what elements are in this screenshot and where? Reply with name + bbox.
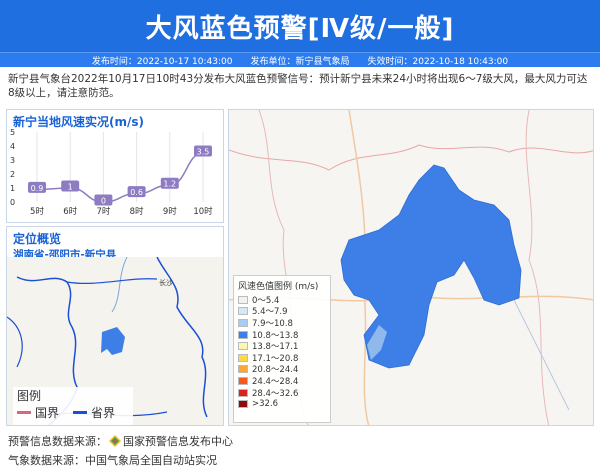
wind-speed-chart: 0 1 2 3 4 5 5时 6时 7时 8时 9时 10时 0.9 1 0 0.6 1.2 3.5 bbox=[10, 128, 213, 217]
legend-row: 7.9～10.8 bbox=[238, 317, 326, 329]
data-point-label: 1 bbox=[68, 183, 73, 192]
weather-source-label: 气象数据来源： bbox=[8, 454, 85, 467]
legend-swatch bbox=[238, 365, 248, 374]
legend-national-border: 国界 bbox=[35, 406, 60, 420]
data-point-label: 0.6 bbox=[130, 188, 143, 197]
legend-swatch bbox=[238, 318, 248, 327]
legend-label: 7.9～10.8 bbox=[252, 318, 293, 329]
warning-description: 新宁县气象台2022年10月17日10时43分发布大风蓝色预警信号：预计新宁县未… bbox=[8, 73, 588, 99]
y-tick-label: 3 bbox=[10, 156, 15, 165]
legend-row: 13.8～17.1 bbox=[238, 340, 326, 352]
legend-label: 20.8～24.4 bbox=[252, 365, 299, 376]
legend-swatch bbox=[238, 342, 248, 351]
wind-legend-title: 风速色值图例 (m/s) bbox=[238, 282, 319, 292]
legend-swatch bbox=[238, 330, 248, 339]
legend-row: 5.4～7.9 bbox=[238, 306, 326, 318]
legend-swatch bbox=[238, 307, 248, 316]
legend-label: 0～5.4 bbox=[252, 295, 280, 306]
y-tick-label: 1 bbox=[10, 184, 15, 193]
weather-source-name: 中国气象局全国自动站实况 bbox=[85, 454, 217, 467]
location-legend: 图例 国界 省界 bbox=[13, 387, 133, 425]
data-point-label: 1.2 bbox=[163, 180, 176, 189]
y-tick-label: 4 bbox=[10, 142, 15, 151]
legend-label: 13.8～17.1 bbox=[252, 342, 299, 353]
warning-source-name: 国家预警信息发布中心 bbox=[123, 435, 233, 448]
legend-swatch bbox=[238, 295, 248, 304]
y-tick-label: 5 bbox=[10, 128, 15, 137]
city-label: 长沙 bbox=[159, 278, 173, 287]
legend-row: 24.4～28.4 bbox=[238, 375, 326, 387]
warning-meta-bar: 发布时间：2022-10-17 10:43:00 发布单位：新宁县气象局 失效时… bbox=[0, 52, 600, 67]
release-center-logo-icon bbox=[109, 435, 121, 447]
y-tick-label: 0 bbox=[10, 198, 15, 207]
warning-header: 大风蓝色预警[Ⅳ级/一般] bbox=[0, 0, 600, 52]
legend-label: 24.4～28.4 bbox=[252, 376, 299, 387]
legend-label: 28.4～32.6 bbox=[252, 388, 299, 399]
legend-row: 17.1～20.8 bbox=[238, 352, 326, 364]
location-panel: 定位概览 湖南省-邵阳市-新宁县 长沙 图例 国界 省界 bbox=[6, 226, 224, 426]
weather-source-line: 气象数据来源： 中国气象局全国自动站实况 bbox=[8, 452, 217, 468]
warning-source-line: 预警信息数据来源： 国家预警信息发布中心 bbox=[8, 433, 233, 449]
legend-swatch bbox=[238, 388, 248, 397]
publish-time: 发布时间：2022-10-17 10:43:00 bbox=[91, 56, 233, 67]
wind-speed-panel: 新宁当地风速实况(m/s) 0 1 2 3 4 5 5时 6时 7时 8时 9时 10时 0.9 1 0 0.… bbox=[6, 109, 224, 223]
legend-label: >32.6 bbox=[252, 399, 279, 410]
wind-color-legend: 风速色值图例 (m/s) 0～5.4 5.4～7.9 7.9～10.8 10.8… bbox=[233, 275, 331, 423]
legend-label: 5.4～7.9 bbox=[252, 307, 288, 318]
warning-title: 大风蓝色预警[Ⅳ级/一般] bbox=[145, 13, 455, 44]
x-tick-label: 6时 bbox=[63, 206, 77, 217]
wind-series-line bbox=[36, 152, 204, 203]
y-tick-label: 2 bbox=[10, 170, 15, 179]
expire-time: 失效时间：2022-10-18 10:43:00 bbox=[367, 56, 509, 67]
location-legend-title: 图例 bbox=[17, 389, 42, 403]
location-title: 定位概览 bbox=[13, 232, 62, 246]
publisher: 发布单位：新宁县气象局 bbox=[250, 56, 350, 67]
data-point-label: 0 bbox=[101, 197, 106, 206]
province-border-swatch bbox=[73, 411, 88, 414]
x-tick-label: 10时 bbox=[193, 206, 213, 217]
legend-row: 28.4～32.6 bbox=[238, 387, 326, 399]
legend-swatch bbox=[238, 353, 248, 362]
legend-row: 0～5.4 bbox=[238, 294, 326, 306]
x-tick-label: 7时 bbox=[96, 206, 110, 217]
data-point-label: 3.5 bbox=[197, 148, 210, 157]
data-point-label: 0.9 bbox=[31, 184, 44, 193]
national-border-swatch bbox=[17, 411, 31, 414]
legend-province-border: 省界 bbox=[91, 406, 116, 420]
legend-swatch bbox=[238, 376, 248, 385]
x-tick-label: 9时 bbox=[163, 206, 177, 217]
x-tick-label: 5时 bbox=[30, 206, 44, 217]
warning-source-label: 预警信息数据来源： bbox=[8, 435, 107, 448]
legend-label: 17.1～20.8 bbox=[252, 353, 299, 364]
legend-swatch bbox=[238, 400, 248, 409]
legend-row: 10.8～13.8 bbox=[238, 329, 326, 341]
legend-row: 20.8～24.4 bbox=[238, 364, 326, 376]
wind-map-panel[interactable]: 风速色值图例 (m/s) 0～5.4 5.4～7.9 7.9～10.8 10.8… bbox=[228, 109, 594, 426]
legend-label: 10.8～13.8 bbox=[252, 330, 299, 341]
legend-row: >32.6 bbox=[238, 398, 326, 410]
x-tick-label: 8时 bbox=[130, 206, 144, 217]
